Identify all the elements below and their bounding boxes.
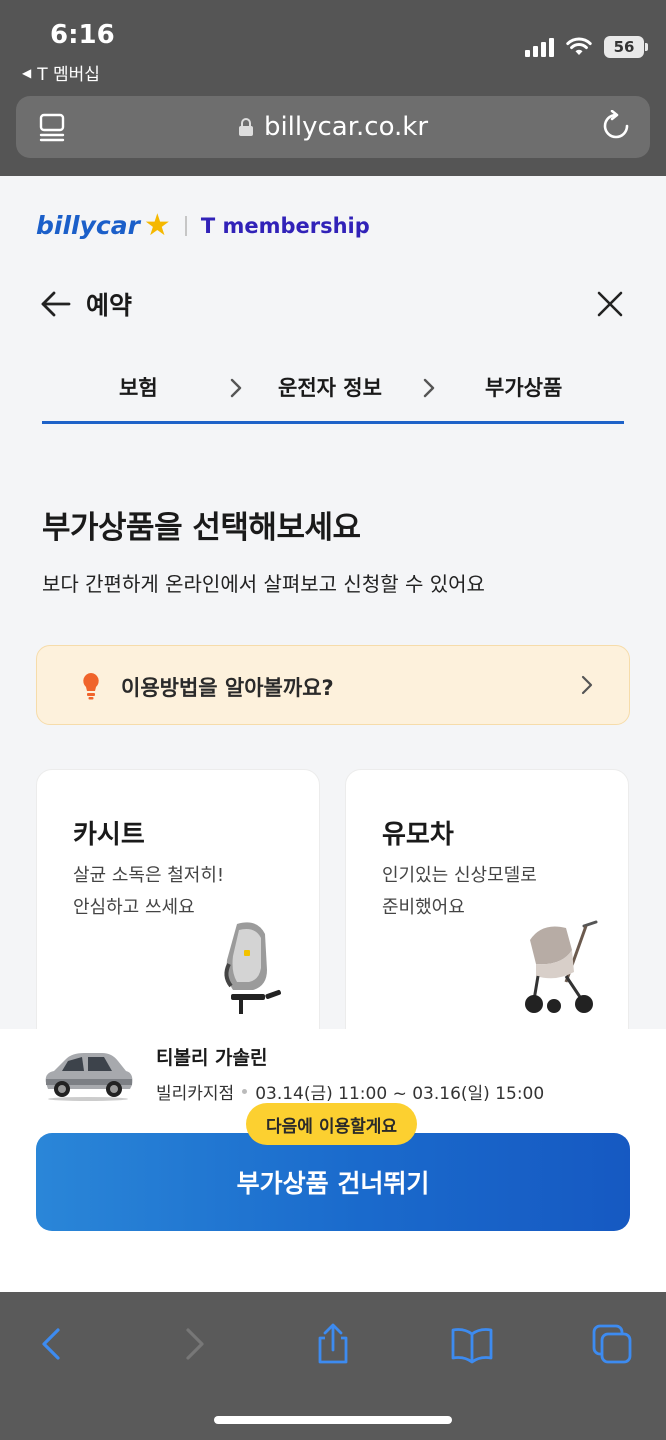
step-driver-info[interactable]: 운전자 정보: [278, 372, 382, 402]
skip-button-label: 부가상품 건너뛰기: [236, 1169, 430, 1198]
back-triangle-icon: ◀: [22, 65, 32, 80]
branch-name: 빌리카지점: [156, 1084, 235, 1104]
card-title: 유모차: [382, 820, 454, 850]
address-bar[interactable]: billycar.co.kr: [16, 96, 650, 158]
brand-logos[interactable]: billycar ★ T membership: [36, 208, 370, 243]
skip-add-ons-button[interactable]: 부가상품 건너뛰기: [36, 1133, 630, 1231]
url-text: billycar.co.kr: [263, 112, 429, 142]
lock-icon: [238, 118, 253, 136]
rental-period: 03.14(금) 11:00 ~ 03.16(일) 15:00: [255, 1084, 545, 1104]
how-to-use-label: 이용방법을 알아볼까요?: [121, 676, 334, 700]
billycar-logo: billycar: [36, 211, 140, 240]
ios-top-chrome: 6:16 ◀ T 멤버십 56 billycar.co.kr: [0, 0, 666, 176]
back-icon[interactable]: [30, 1322, 74, 1366]
step-insurance[interactable]: 보험: [119, 372, 158, 402]
car-name: 티볼리 가솔린: [156, 1047, 268, 1069]
logo-divider: [184, 215, 187, 236]
how-to-use-banner[interactable]: 이용방법을 알아볼까요?: [36, 645, 630, 725]
add-on-card-stroller[interactable]: 유모차 인기있는 신상모델로 준비했어요: [345, 769, 629, 1049]
section-heading: 부가상품을 선택해보세요: [42, 510, 361, 546]
step-add-ons[interactable]: 부가상품: [485, 372, 562, 402]
page-title: 예약: [86, 291, 133, 320]
car-seat-icon: [224, 922, 281, 1014]
reader-menu-icon[interactable]: [38, 112, 68, 142]
web-content: billycar ★ T membership 예약 보험 운전자 정보 부가상…: [0, 176, 666, 1292]
separator-dot: [242, 1089, 248, 1094]
share-icon[interactable]: [311, 1322, 355, 1366]
card-desc-line: 살균 소독은 철저히!: [73, 865, 225, 886]
rental-info: 빌리카지점 03.14(금) 11:00 ~ 03.16(일) 15:00: [156, 1079, 544, 1104]
status-indicators: 56: [525, 36, 648, 58]
back-app-label: T 멤버십: [37, 65, 100, 85]
card-description: 인기있는 신상모델로 준비했어요: [382, 860, 602, 924]
home-indicator[interactable]: [214, 1416, 452, 1424]
page-header: 예약: [0, 276, 666, 332]
back-arrow-icon[interactable]: [40, 288, 72, 320]
chevron-right-icon: [230, 378, 242, 398]
lightbulb-icon: [83, 673, 99, 700]
reservation-summary-sheet: 티볼리 가솔린 빌리카지점 03.14(금) 11:00 ~ 03.16(일) …: [0, 1029, 666, 1292]
tabs-icon[interactable]: [590, 1322, 634, 1366]
card-title: 카시트: [73, 820, 145, 850]
reservation-steps: 보험 운전자 정보 부가상품: [42, 372, 624, 424]
t-membership-logo: T membership: [200, 213, 370, 238]
status-time: 6:16: [50, 20, 115, 50]
section-subheading: 보다 간편하게 온라인에서 살펴보고 신청할 수 있어요: [42, 572, 485, 596]
bookmarks-icon[interactable]: [450, 1322, 494, 1366]
car-image: [45, 1053, 133, 1101]
chevron-right-icon: [423, 378, 435, 398]
star-logo-icon: ★: [143, 208, 171, 243]
wifi-icon: [566, 37, 592, 55]
battery-indicator: 56: [604, 36, 648, 58]
add-on-card-car-seat[interactable]: 카시트 살균 소독은 철저히! 안심하고 쓰세요: [36, 769, 320, 1049]
back-to-app-link[interactable]: ◀ T 멤버십: [22, 60, 100, 85]
close-icon[interactable]: [596, 290, 624, 318]
use-later-badge: 다음에 이용할게요: [246, 1103, 418, 1145]
card-desc-line: 인기있는 신상모델로: [382, 865, 537, 886]
cellular-signal-icon: [525, 37, 554, 57]
card-description: 살균 소독은 철저히! 안심하고 쓰세요: [73, 860, 293, 924]
forward-icon[interactable]: [172, 1322, 216, 1366]
reload-icon[interactable]: [600, 110, 632, 142]
chevron-right-icon: [581, 675, 593, 695]
steps-progress-line: [42, 421, 624, 424]
stroller-icon: [525, 920, 598, 1013]
url-display[interactable]: billycar.co.kr: [238, 112, 428, 142]
